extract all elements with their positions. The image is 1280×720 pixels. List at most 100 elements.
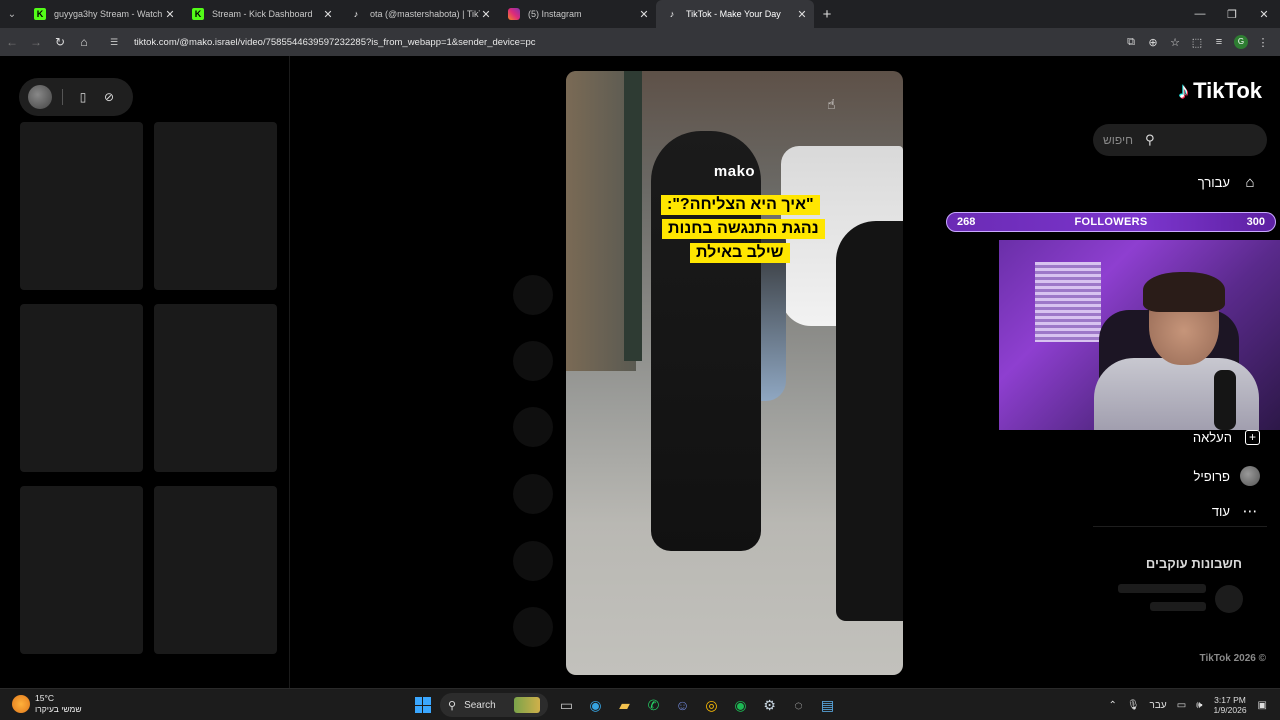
close-tab-icon[interactable]: ✕ bbox=[322, 8, 334, 21]
video-thumbnail-placeholder[interactable] bbox=[20, 304, 143, 472]
back-icon[interactable]: ← bbox=[0, 35, 24, 49]
search-highlight-icon bbox=[514, 697, 540, 713]
tab-tiktok-profile[interactable]: ♪ ota (@mastershabota) | TikTok ✕ bbox=[340, 0, 498, 28]
system-tray: ⌃ 🎙︎ עבר ▭ 🕪︎ 3:17 PM 1/9/2026 ▣ bbox=[1103, 692, 1272, 718]
clock-date: 1/9/2026 bbox=[1213, 705, 1247, 715]
volume-icon[interactable]: 🕪︎ bbox=[1196, 700, 1202, 711]
weather-desc: שמשי בעיקרו bbox=[35, 704, 82, 714]
instagram-icon bbox=[508, 8, 520, 20]
close-tab-icon[interactable]: ✕ bbox=[796, 8, 808, 21]
action-button-placeholder[interactable] bbox=[513, 407, 553, 447]
search-icon: ⚲ bbox=[448, 699, 457, 712]
action-button-placeholder[interactable] bbox=[513, 541, 553, 581]
tab-tiktok-active[interactable]: ♪ TikTok - Make Your Day ✕ bbox=[656, 0, 814, 28]
chrome-icon[interactable]: ◎ bbox=[697, 692, 726, 718]
more-dots-icon: ⋯ bbox=[1242, 503, 1258, 520]
webcam-overlay bbox=[999, 240, 1280, 430]
install-app-icon[interactable]: ⧉ bbox=[1120, 36, 1142, 49]
task-view-icon[interactable]: ▭ bbox=[552, 692, 581, 718]
avatar[interactable] bbox=[28, 85, 52, 109]
url-text: tiktok.com/@mako.israel/video/7585544639… bbox=[134, 36, 536, 48]
search-input[interactable]: ⚲ חיפוש bbox=[1093, 124, 1267, 156]
network-icon[interactable]: ▭ bbox=[1177, 700, 1186, 711]
new-tab-button[interactable]: + bbox=[814, 6, 840, 23]
start-button[interactable] bbox=[408, 692, 437, 718]
file-explorer-icon[interactable]: ▰ bbox=[610, 692, 639, 718]
restore-icon[interactable]: ❐ bbox=[1216, 0, 1248, 28]
mini-profile-pill: ▯ ⊘ bbox=[19, 78, 133, 116]
clock-time: 3:17 PM bbox=[1214, 695, 1246, 705]
caption-line: שילב באילת bbox=[690, 243, 790, 263]
steam-icon[interactable]: ⚙ bbox=[755, 692, 784, 718]
forward-icon[interactable]: → bbox=[24, 35, 48, 49]
windows-taskbar: 15°C שמשי בעיקרו ⚲ Search ▭ ◉ ▰ ✆ ☺ ◎ ◉ … bbox=[0, 688, 1280, 720]
nav-label: עבורך bbox=[1197, 175, 1230, 190]
nav-item-upload[interactable]: + העלאה bbox=[1193, 430, 1260, 445]
nav-label: פרופיל bbox=[1193, 468, 1230, 484]
video-thumbnail-placeholder[interactable] bbox=[20, 486, 143, 654]
browser-menu-icon[interactable]: ⋮ bbox=[1252, 36, 1274, 49]
tiktok-logo[interactable]: ♪ TikTok bbox=[1178, 78, 1262, 104]
whatsapp-icon[interactable]: ✆ bbox=[639, 692, 668, 718]
video-player[interactable]: mako "איך היא הצליחה?": נהגת התנגשה בחנו… bbox=[566, 71, 903, 675]
nav-item-more[interactable]: ⋯ עוד bbox=[1212, 502, 1260, 520]
profile-avatar[interactable]: G bbox=[1234, 35, 1248, 49]
search-icon[interactable]: ⚲ bbox=[1145, 132, 1155, 148]
minimize-icon[interactable]: — bbox=[1184, 0, 1216, 28]
notifications-icon[interactable]: ▣ bbox=[1258, 700, 1267, 711]
action-button-placeholder[interactable] bbox=[513, 607, 553, 647]
extensions-icon[interactable]: ⬚ bbox=[1186, 36, 1208, 49]
divider bbox=[1093, 526, 1267, 527]
tab-search-chevron-icon[interactable]: ⌄ bbox=[0, 0, 24, 28]
profile-avatar-icon bbox=[1240, 466, 1260, 486]
compass-icon[interactable]: ⊘ bbox=[99, 90, 119, 104]
home-icon: ⌂ bbox=[1245, 174, 1255, 191]
tiktok-page: ▯ ⊘ mako "איך היא הצליחה?": נהגת התנגשה … bbox=[0, 56, 1280, 688]
notepad-icon[interactable]: ▤ bbox=[813, 692, 842, 718]
home-icon[interactable]: ⌂ bbox=[72, 35, 96, 49]
nav-item-profile[interactable]: פרופיל bbox=[1194, 466, 1260, 486]
action-button-placeholder[interactable] bbox=[513, 341, 553, 381]
address-bar[interactable]: ☰ tiktok.com/@mako.israel/video/75855446… bbox=[104, 31, 1114, 53]
discord-icon[interactable]: ☺ bbox=[668, 692, 697, 718]
weather-temp: 15°C bbox=[35, 693, 54, 703]
close-tab-icon[interactable]: ✕ bbox=[164, 8, 176, 21]
video-thumbnail-placeholder[interactable] bbox=[154, 486, 277, 654]
language-indicator[interactable]: עבר bbox=[1150, 700, 1167, 711]
bookmark-star-icon[interactable]: ☆ bbox=[1164, 36, 1186, 49]
weather-widget[interactable]: 15°C שמשי בעיקרו bbox=[12, 693, 82, 715]
close-tab-icon[interactable]: ✕ bbox=[480, 8, 492, 21]
windows-logo-icon bbox=[414, 697, 431, 713]
following-accounts-heading: חשבונות עוקבים bbox=[1145, 556, 1242, 571]
video-thumbnail-placeholder[interactable] bbox=[154, 304, 277, 472]
site-info-icon[interactable]: ☰ bbox=[110, 37, 126, 48]
close-tab-icon[interactable]: ✕ bbox=[638, 8, 650, 21]
taskbar-clock[interactable]: 3:17 PM 1/9/2026 bbox=[1213, 695, 1246, 715]
media-controls-icon[interactable]: ≡ bbox=[1208, 36, 1230, 48]
video-scene-pillar bbox=[624, 71, 642, 361]
tab-title: TikTok - Make Your Day bbox=[686, 9, 781, 19]
webcam-person-hair bbox=[1143, 272, 1225, 312]
webcam-window-blinds bbox=[1035, 262, 1101, 342]
video-thumbnail-placeholder[interactable] bbox=[20, 122, 143, 290]
obs-icon[interactable]: ◌ bbox=[784, 692, 813, 718]
tab-kick-watch[interactable]: K guyyga3hy Stream - Watch Live ✕ bbox=[24, 0, 182, 28]
tab-instagram[interactable]: (5) Instagram ✕ bbox=[498, 0, 656, 28]
nav-item-for-you[interactable]: ⌂ עבורך bbox=[1198, 174, 1260, 191]
phone-icon[interactable]: ▯ bbox=[73, 90, 93, 104]
reload-icon[interactable]: ↻ bbox=[48, 35, 72, 49]
close-window-icon[interactable]: ✕ bbox=[1248, 0, 1280, 28]
zoom-icon[interactable]: ⊕ bbox=[1142, 36, 1164, 49]
edge-icon[interactable]: ◉ bbox=[581, 692, 610, 718]
video-thumbnail-placeholder[interactable] bbox=[154, 122, 277, 290]
spotify-icon[interactable]: ◉ bbox=[726, 692, 755, 718]
tray-chevron-icon[interactable]: ⌃ bbox=[1108, 700, 1116, 711]
window-controls: — ❐ ✕ bbox=[1184, 0, 1280, 28]
action-button-placeholder[interactable] bbox=[513, 474, 553, 514]
taskbar-search[interactable]: ⚲ Search bbox=[440, 693, 548, 717]
action-button-placeholder[interactable] bbox=[513, 275, 553, 315]
tab-kick-dashboard[interactable]: K Stream - Kick Dashboard ✕ bbox=[182, 0, 340, 28]
left-panel: ▯ ⊘ bbox=[0, 56, 290, 688]
microphone-icon[interactable]: 🎙︎ bbox=[1127, 700, 1140, 711]
divider bbox=[62, 89, 63, 105]
